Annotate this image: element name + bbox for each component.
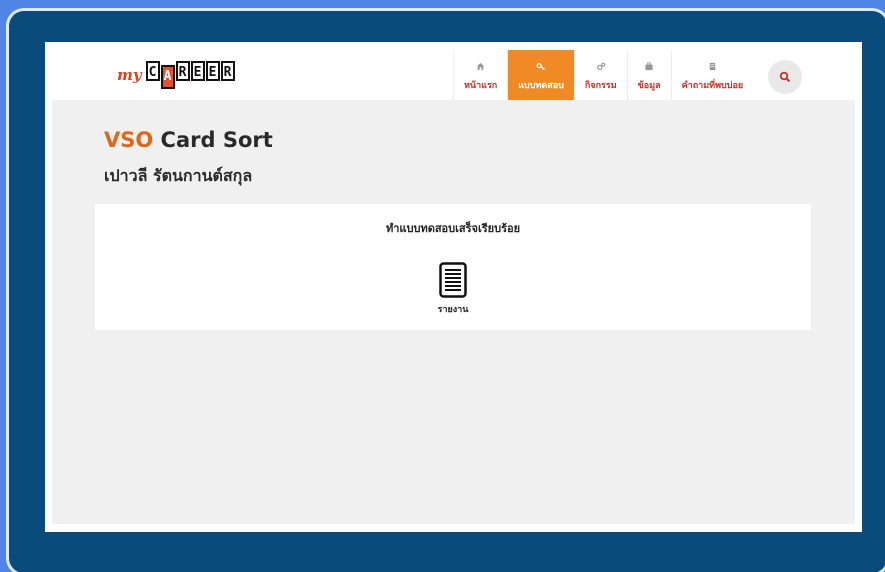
nav-item-label: แบบทดสอบ [518, 81, 564, 91]
report-label: รายงาน [437, 305, 469, 315]
completion-message: ทำแบบทดสอบเสร็จเรียบร้อย [385, 222, 521, 235]
search-button[interactable] [768, 60, 802, 94]
result-card: ทำแบบทดสอบเสร็จเรียบร้อย รายงาน [95, 204, 811, 330]
logo-letter: R [175, 61, 190, 81]
page-title: VSO Card Sort [104, 128, 273, 152]
logo-letter: E [190, 61, 205, 81]
logo-prefix: my [117, 66, 142, 84]
nav-item-label: คำถามที่พบบ่อย [681, 81, 744, 91]
home-icon [464, 62, 497, 74]
search-icon [779, 71, 791, 83]
top-navbar: my C A R E E R หน้าแรก แบบทดสอบ กิจกรรม … [45, 42, 862, 100]
nav-item-label: ข้อมูล [637, 81, 661, 91]
nav-item-faq[interactable]: คำถามที่พบบ่อย [670, 50, 753, 100]
key-icon [518, 62, 564, 74]
report-link[interactable]: รายงาน [425, 262, 481, 316]
title-prefix: VSO [104, 128, 154, 152]
user-name: เปาวลี รัตนกานต์สกุล [104, 166, 253, 185]
logo-letter: A [160, 65, 175, 89]
book-icon [682, 62, 743, 74]
document-icon [439, 262, 467, 298]
mycareer-logo[interactable]: my C A R E E R [117, 60, 235, 90]
logo-letters: C A R E E R [145, 61, 235, 89]
logo-letter: C [145, 61, 160, 81]
title-rest: Card Sort [160, 128, 273, 152]
gears-icon [585, 62, 617, 74]
nav-item-activities[interactable]: กิจกรรม [573, 50, 627, 100]
main-nav: หน้าแรก แบบทดสอบ กิจกรรม ข้อมูล คำถามที่… [453, 50, 753, 100]
logo-letter: R [220, 61, 235, 81]
browser-screen: my C A R E E R หน้าแรก แบบทดสอบ กิจกรรม … [45, 42, 862, 532]
main-content: VSO Card Sort เปาวลี รัตนกานต์สกุล ทำแบบ… [52, 100, 855, 524]
nav-item-home[interactable]: หน้าแรก [453, 50, 507, 100]
logo-letter: E [205, 61, 220, 81]
nav-item-tests[interactable]: แบบทดสอบ [507, 50, 574, 100]
nav-item-label: กิจกรรม [584, 81, 617, 91]
nav-item-label: หน้าแรก [464, 81, 498, 91]
briefcase-icon [638, 62, 661, 74]
nav-item-info[interactable]: ข้อมูล [626, 50, 671, 100]
